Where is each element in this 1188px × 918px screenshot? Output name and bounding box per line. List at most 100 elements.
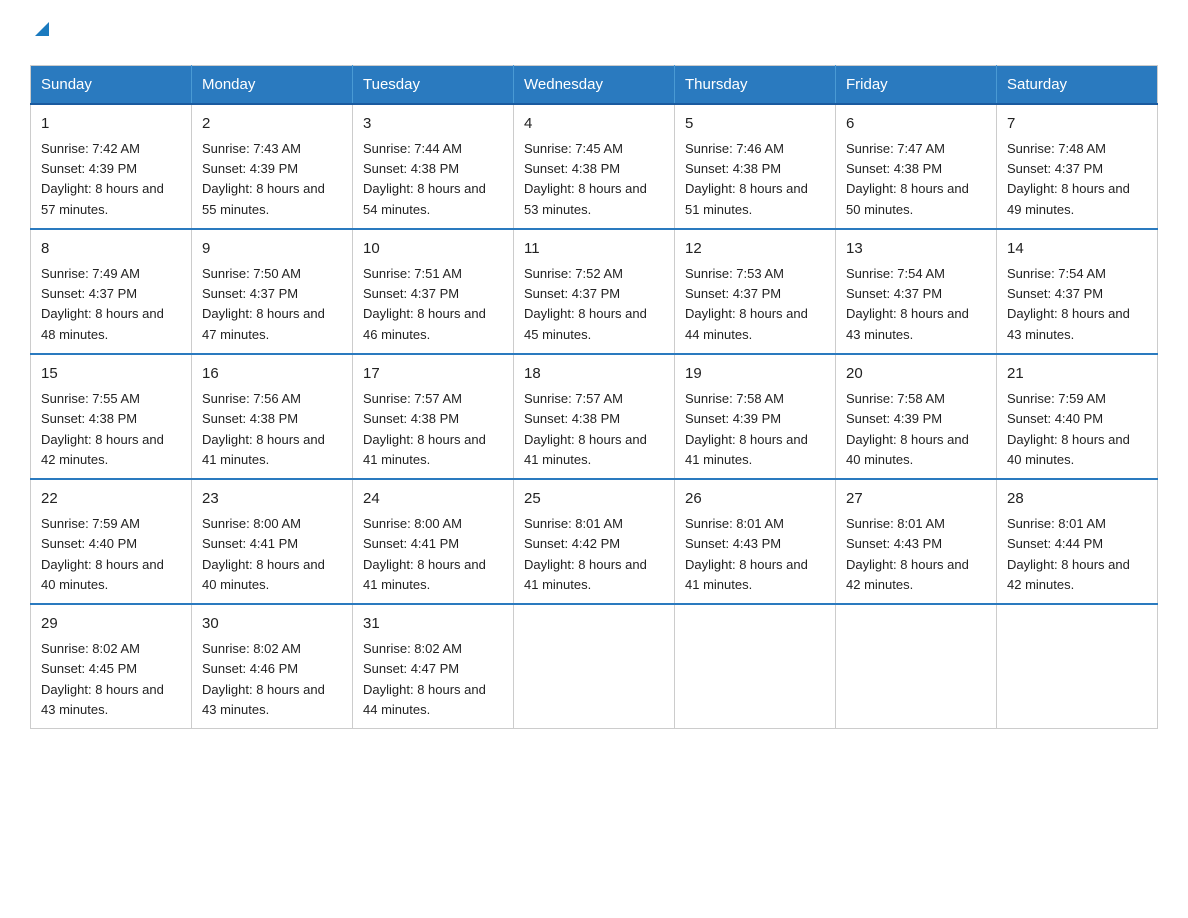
day-info: Sunrise: 7:59 AMSunset: 4:40 PMDaylight:… [1007,389,1147,470]
day-info: Sunrise: 8:01 AMSunset: 4:43 PMDaylight:… [846,514,986,595]
day-info: Sunrise: 7:43 AMSunset: 4:39 PMDaylight:… [202,139,342,220]
day-info: Sunrise: 8:00 AMSunset: 4:41 PMDaylight:… [363,514,503,595]
weekday-header-wednesday: Wednesday [514,65,675,104]
day-number: 4 [524,113,664,136]
calendar-week-row: 1 Sunrise: 7:42 AMSunset: 4:39 PMDaylight… [31,104,1158,229]
calendar-day-cell: 1 Sunrise: 7:42 AMSunset: 4:39 PMDaylight… [31,104,192,229]
day-number: 22 [41,488,181,511]
day-number: 14 [1007,238,1147,261]
day-number: 21 [1007,363,1147,386]
logo [30,20,51,45]
weekday-header-friday: Friday [836,65,997,104]
calendar-day-cell: 13Sunrise: 7:54 AMSunset: 4:37 PMDayligh… [836,229,997,354]
calendar-day-cell: 31 Sunrise: 8:02 AMSunset: 4:47 PMDayligh… [353,604,514,729]
calendar-day-cell: 27 Sunrise: 8:01 AMSunset: 4:43 PMDayligh… [836,479,997,604]
day-info: Sunrise: 8:02 AMSunset: 4:47 PMDaylight:… [363,639,503,720]
day-number: 30 [202,613,342,636]
day-info: Sunrise: 7:58 AMSunset: 4:39 PMDaylight:… [846,389,986,470]
day-number: 19 [685,363,825,386]
day-number: 26 [685,488,825,511]
calendar-day-cell: 8 Sunrise: 7:49 AMSunset: 4:37 PMDaylight… [31,229,192,354]
calendar-day-cell [836,604,997,729]
day-info: Sunrise: 7:53 AMSunset: 4:37 PMDaylight:… [685,264,825,345]
weekday-header-sunday: Sunday [31,65,192,104]
day-number: 2 [202,113,342,136]
day-number: 10 [363,238,503,261]
day-number: 27 [846,488,986,511]
calendar-table: SundayMondayTuesdayWednesdayThursdayFrid… [30,65,1158,729]
calendar-day-cell: 15 Sunrise: 7:55 AMSunset: 4:38 PMDayligh… [31,354,192,479]
day-number: 11 [524,238,664,261]
day-info: Sunrise: 7:48 AMSunset: 4:37 PMDaylight:… [1007,139,1147,220]
calendar-day-cell: 24 Sunrise: 8:00 AMSunset: 4:41 PMDayligh… [353,479,514,604]
day-number: 9 [202,238,342,261]
weekday-header-monday: Monday [192,65,353,104]
weekday-header-thursday: Thursday [675,65,836,104]
day-info: Sunrise: 7:42 AMSunset: 4:39 PMDaylight:… [41,139,181,220]
day-number: 25 [524,488,664,511]
day-number: 16 [202,363,342,386]
day-info: Sunrise: 7:54 AMSunset: 4:37 PMDaylight:… [1007,264,1147,345]
calendar-week-row: 22 Sunrise: 7:59 AMSunset: 4:40 PMDayligh… [31,479,1158,604]
weekday-header-tuesday: Tuesday [353,65,514,104]
day-info: Sunrise: 7:57 AMSunset: 4:38 PMDaylight:… [524,389,664,470]
calendar-day-cell: 9 Sunrise: 7:50 AMSunset: 4:37 PMDaylight… [192,229,353,354]
day-number: 23 [202,488,342,511]
calendar-day-cell: 11 Sunrise: 7:52 AMSunset: 4:37 PMDayligh… [514,229,675,354]
calendar-day-cell: 26 Sunrise: 8:01 AMSunset: 4:43 PMDayligh… [675,479,836,604]
page-header [30,20,1158,45]
day-info: Sunrise: 8:02 AMSunset: 4:45 PMDaylight:… [41,639,181,720]
day-info: Sunrise: 7:56 AMSunset: 4:38 PMDaylight:… [202,389,342,470]
calendar-day-cell: 4 Sunrise: 7:45 AMSunset: 4:38 PMDaylight… [514,104,675,229]
day-number: 7 [1007,113,1147,136]
day-info: Sunrise: 7:52 AMSunset: 4:37 PMDaylight:… [524,264,664,345]
day-info: Sunrise: 7:45 AMSunset: 4:38 PMDaylight:… [524,139,664,220]
day-info: Sunrise: 7:49 AMSunset: 4:37 PMDaylight:… [41,264,181,345]
day-info: Sunrise: 7:47 AMSunset: 4:38 PMDaylight:… [846,139,986,220]
day-number: 15 [41,363,181,386]
calendar-day-cell: 30Sunrise: 8:02 AMSunset: 4:46 PMDayligh… [192,604,353,729]
day-number: 31 [363,613,503,636]
calendar-day-cell: 16 Sunrise: 7:56 AMSunset: 4:38 PMDayligh… [192,354,353,479]
calendar-day-cell: 23Sunrise: 8:00 AMSunset: 4:41 PMDayligh… [192,479,353,604]
calendar-day-cell: 20 Sunrise: 7:58 AMSunset: 4:39 PMDayligh… [836,354,997,479]
calendar-week-row: 8 Sunrise: 7:49 AMSunset: 4:37 PMDaylight… [31,229,1158,354]
weekday-header-saturday: Saturday [997,65,1158,104]
day-info: Sunrise: 8:01 AMSunset: 4:44 PMDaylight:… [1007,514,1147,595]
day-number: 28 [1007,488,1147,511]
day-info: Sunrise: 7:51 AMSunset: 4:37 PMDaylight:… [363,264,503,345]
day-number: 13 [846,238,986,261]
day-number: 5 [685,113,825,136]
calendar-day-cell: 19Sunrise: 7:58 AMSunset: 4:39 PMDayligh… [675,354,836,479]
day-number: 6 [846,113,986,136]
calendar-day-cell: 14 Sunrise: 7:54 AMSunset: 4:37 PMDayligh… [997,229,1158,354]
day-info: Sunrise: 8:01 AMSunset: 4:42 PMDaylight:… [524,514,664,595]
calendar-day-cell [514,604,675,729]
day-info: Sunrise: 7:50 AMSunset: 4:37 PMDaylight:… [202,264,342,345]
calendar-day-cell: 25 Sunrise: 8:01 AMSunset: 4:42 PMDayligh… [514,479,675,604]
day-number: 24 [363,488,503,511]
day-number: 8 [41,238,181,261]
day-number: 1 [41,113,181,136]
day-info: Sunrise: 8:01 AMSunset: 4:43 PMDaylight:… [685,514,825,595]
calendar-day-cell [997,604,1158,729]
day-number: 29 [41,613,181,636]
logo-triangle-icon [33,20,51,43]
day-info: Sunrise: 7:59 AMSunset: 4:40 PMDaylight:… [41,514,181,595]
weekday-header-row: SundayMondayTuesdayWednesdayThursdayFrid… [31,65,1158,104]
calendar-day-cell: 12 Sunrise: 7:53 AMSunset: 4:37 PMDayligh… [675,229,836,354]
calendar-day-cell: 3 Sunrise: 7:44 AMSunset: 4:38 PMDaylight… [353,104,514,229]
day-number: 3 [363,113,503,136]
calendar-day-cell: 28 Sunrise: 8:01 AMSunset: 4:44 PMDayligh… [997,479,1158,604]
day-info: Sunrise: 7:44 AMSunset: 4:38 PMDaylight:… [363,139,503,220]
day-info: Sunrise: 7:57 AMSunset: 4:38 PMDaylight:… [363,389,503,470]
calendar-week-row: 15 Sunrise: 7:55 AMSunset: 4:38 PMDayligh… [31,354,1158,479]
day-number: 20 [846,363,986,386]
calendar-day-cell: 2 Sunrise: 7:43 AMSunset: 4:39 PMDaylight… [192,104,353,229]
day-number: 12 [685,238,825,261]
calendar-day-cell [675,604,836,729]
calendar-day-cell: 10 Sunrise: 7:51 AMSunset: 4:37 PMDayligh… [353,229,514,354]
calendar-day-cell: 29 Sunrise: 8:02 AMSunset: 4:45 PMDayligh… [31,604,192,729]
day-info: Sunrise: 7:55 AMSunset: 4:38 PMDaylight:… [41,389,181,470]
day-number: 18 [524,363,664,386]
